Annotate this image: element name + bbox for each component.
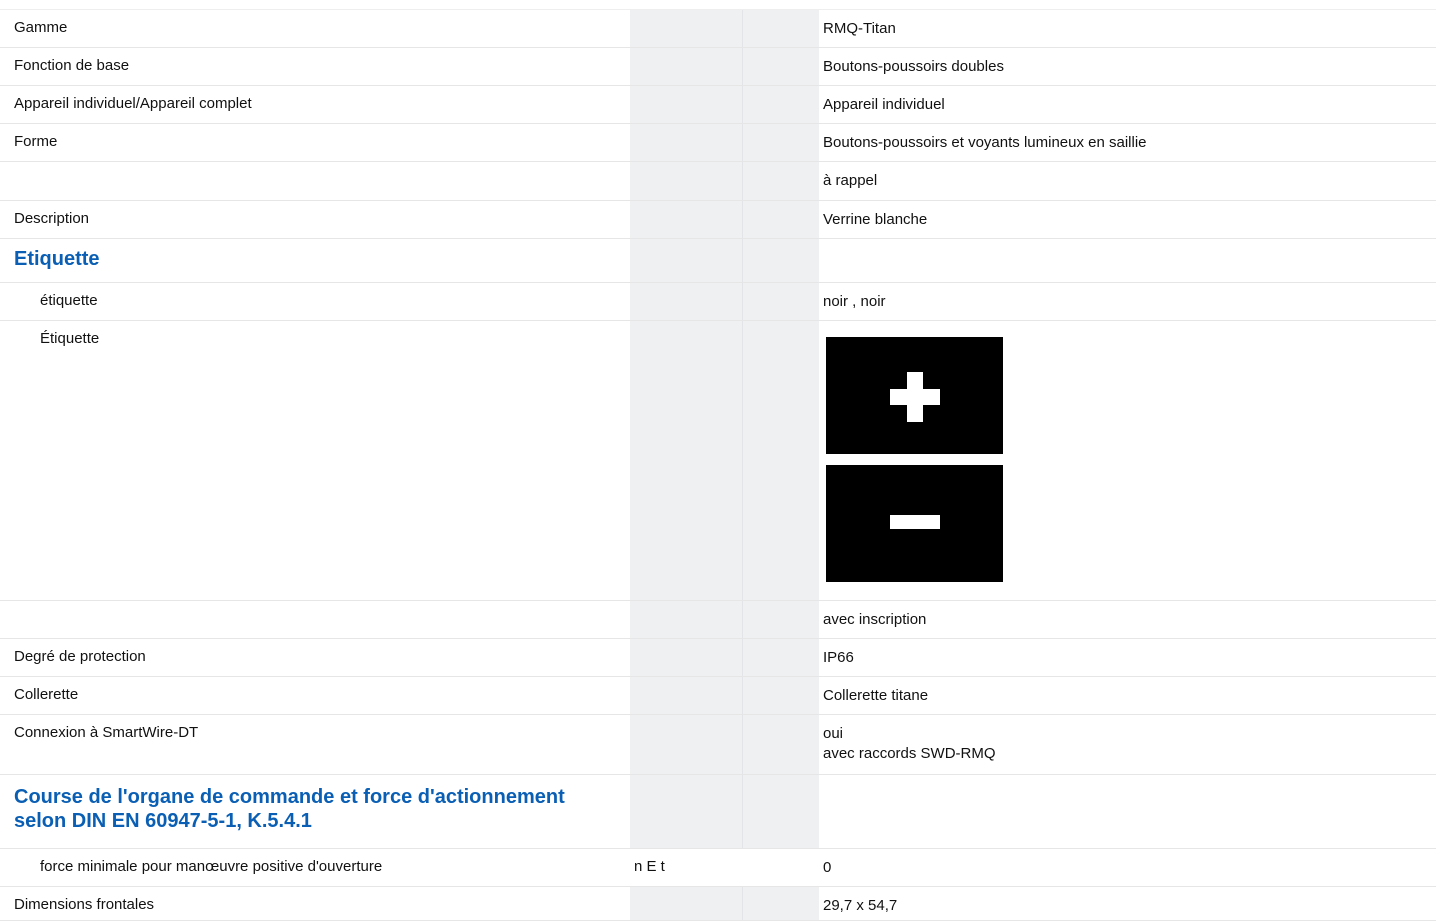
value-line: oui [823, 725, 844, 742]
row-symbol [630, 321, 819, 600]
spec-row-etiquette-couleur: étiquette noir , noir [0, 283, 1436, 321]
row-value: à rappel [823, 172, 878, 189]
minus-icon [890, 515, 940, 529]
row-label: étiquette [40, 292, 98, 309]
section-title-line: Course de l'organe de commande et force … [14, 786, 565, 808]
row-symbol [630, 10, 819, 47]
row-label: Gamme [14, 19, 68, 36]
row-value: avec inscription [823, 611, 927, 628]
row-value [819, 775, 1436, 848]
row-symbol: n E t [630, 849, 819, 886]
row-symbol [630, 283, 819, 320]
row-symbol [630, 239, 819, 282]
row-value [819, 321, 1436, 600]
row-label: force minimale pour manœuvre positive d'… [40, 858, 383, 875]
section-title-line: selon DIN EN 60947-5-1, K.5.4.1 [14, 810, 312, 832]
plus-icon-bar [890, 389, 940, 405]
spec-row-inscription: avec inscription [0, 601, 1436, 639]
row-symbol [630, 162, 819, 200]
row-value: oui avec raccords SWD-RMQ [819, 715, 1436, 774]
row-label: Collerette [14, 686, 79, 703]
section-title: Course de l'organe de commande et force … [0, 775, 630, 848]
spec-row-forme: Forme Boutons-poussoirs et voyants lumin… [0, 124, 1436, 162]
spec-row-dimensions: Dimensions frontales 29,7 x 54,7 [0, 887, 1436, 921]
spec-row-description: Description Verrine blanche [0, 201, 1436, 239]
row-label: Connexion à SmartWire-DT [14, 724, 199, 741]
section-heading-course: Course de l'organe de commande et force … [0, 775, 1436, 849]
row-symbol [630, 48, 819, 85]
row-label: Degré de protection [14, 648, 146, 665]
row-symbol [630, 601, 819, 638]
row-symbol [630, 887, 819, 920]
row-label: Appareil individuel/Appareil complet [14, 95, 252, 112]
spec-row-fonction-de-base: Fonction de base Boutons-poussoirs doubl… [0, 48, 1436, 86]
row-value: noir , noir [823, 293, 886, 310]
row-value: Boutons-poussoirs doubles [823, 58, 1004, 75]
spec-row-gamme: Gamme RMQ-Titan [0, 9, 1436, 48]
spec-row-forme-rappel: à rappel [0, 162, 1436, 201]
plus-label-image [826, 337, 1003, 454]
row-value: Collerette titane [823, 687, 929, 704]
row-label: Fonction de base [14, 57, 130, 74]
row-symbol [630, 86, 819, 123]
row-label: Description [14, 210, 90, 227]
row-value: Appareil individuel [823, 96, 945, 113]
row-symbol [630, 639, 819, 676]
section-title: Etiquette [14, 248, 100, 270]
row-symbol [630, 775, 819, 848]
section-heading-etiquette: Etiquette [0, 239, 1436, 283]
minus-label-image [826, 465, 1003, 582]
row-value [819, 239, 1436, 282]
spec-row-degre-protection: Degré de protection IP66 [0, 639, 1436, 677]
spec-row-collerette: Collerette Collerette titane [0, 677, 1436, 715]
row-symbol [630, 677, 819, 714]
row-symbol [630, 201, 819, 238]
value-line: avec raccords SWD-RMQ [823, 745, 996, 762]
row-label: Forme [14, 133, 58, 150]
row-value: 29,7 x 54,7 [823, 897, 898, 914]
spec-row-etiquette-images: Étiquette [0, 321, 1436, 601]
spec-row-smartwire: Connexion à SmartWire-DT oui avec raccor… [0, 715, 1436, 775]
spec-row-appareil: Appareil individuel/Appareil complet App… [0, 86, 1436, 124]
row-value: Verrine blanche [823, 211, 928, 228]
row-label [0, 601, 630, 638]
row-symbol [630, 124, 819, 161]
row-value: RMQ-Titan [823, 20, 896, 37]
row-label [0, 162, 630, 200]
row-label: Étiquette [40, 330, 100, 347]
spec-table: Gamme RMQ-Titan Fonction de base Boutons… [0, 0, 1436, 922]
row-value: Boutons-poussoirs et voyants lumineux en… [823, 134, 1147, 151]
spec-row-force-minimale: force minimale pour manœuvre positive d'… [0, 849, 1436, 887]
row-symbol [630, 715, 819, 774]
row-value: IP66 [823, 649, 854, 666]
row-value: 0 [823, 859, 832, 876]
row-label: Dimensions frontales [14, 896, 155, 913]
